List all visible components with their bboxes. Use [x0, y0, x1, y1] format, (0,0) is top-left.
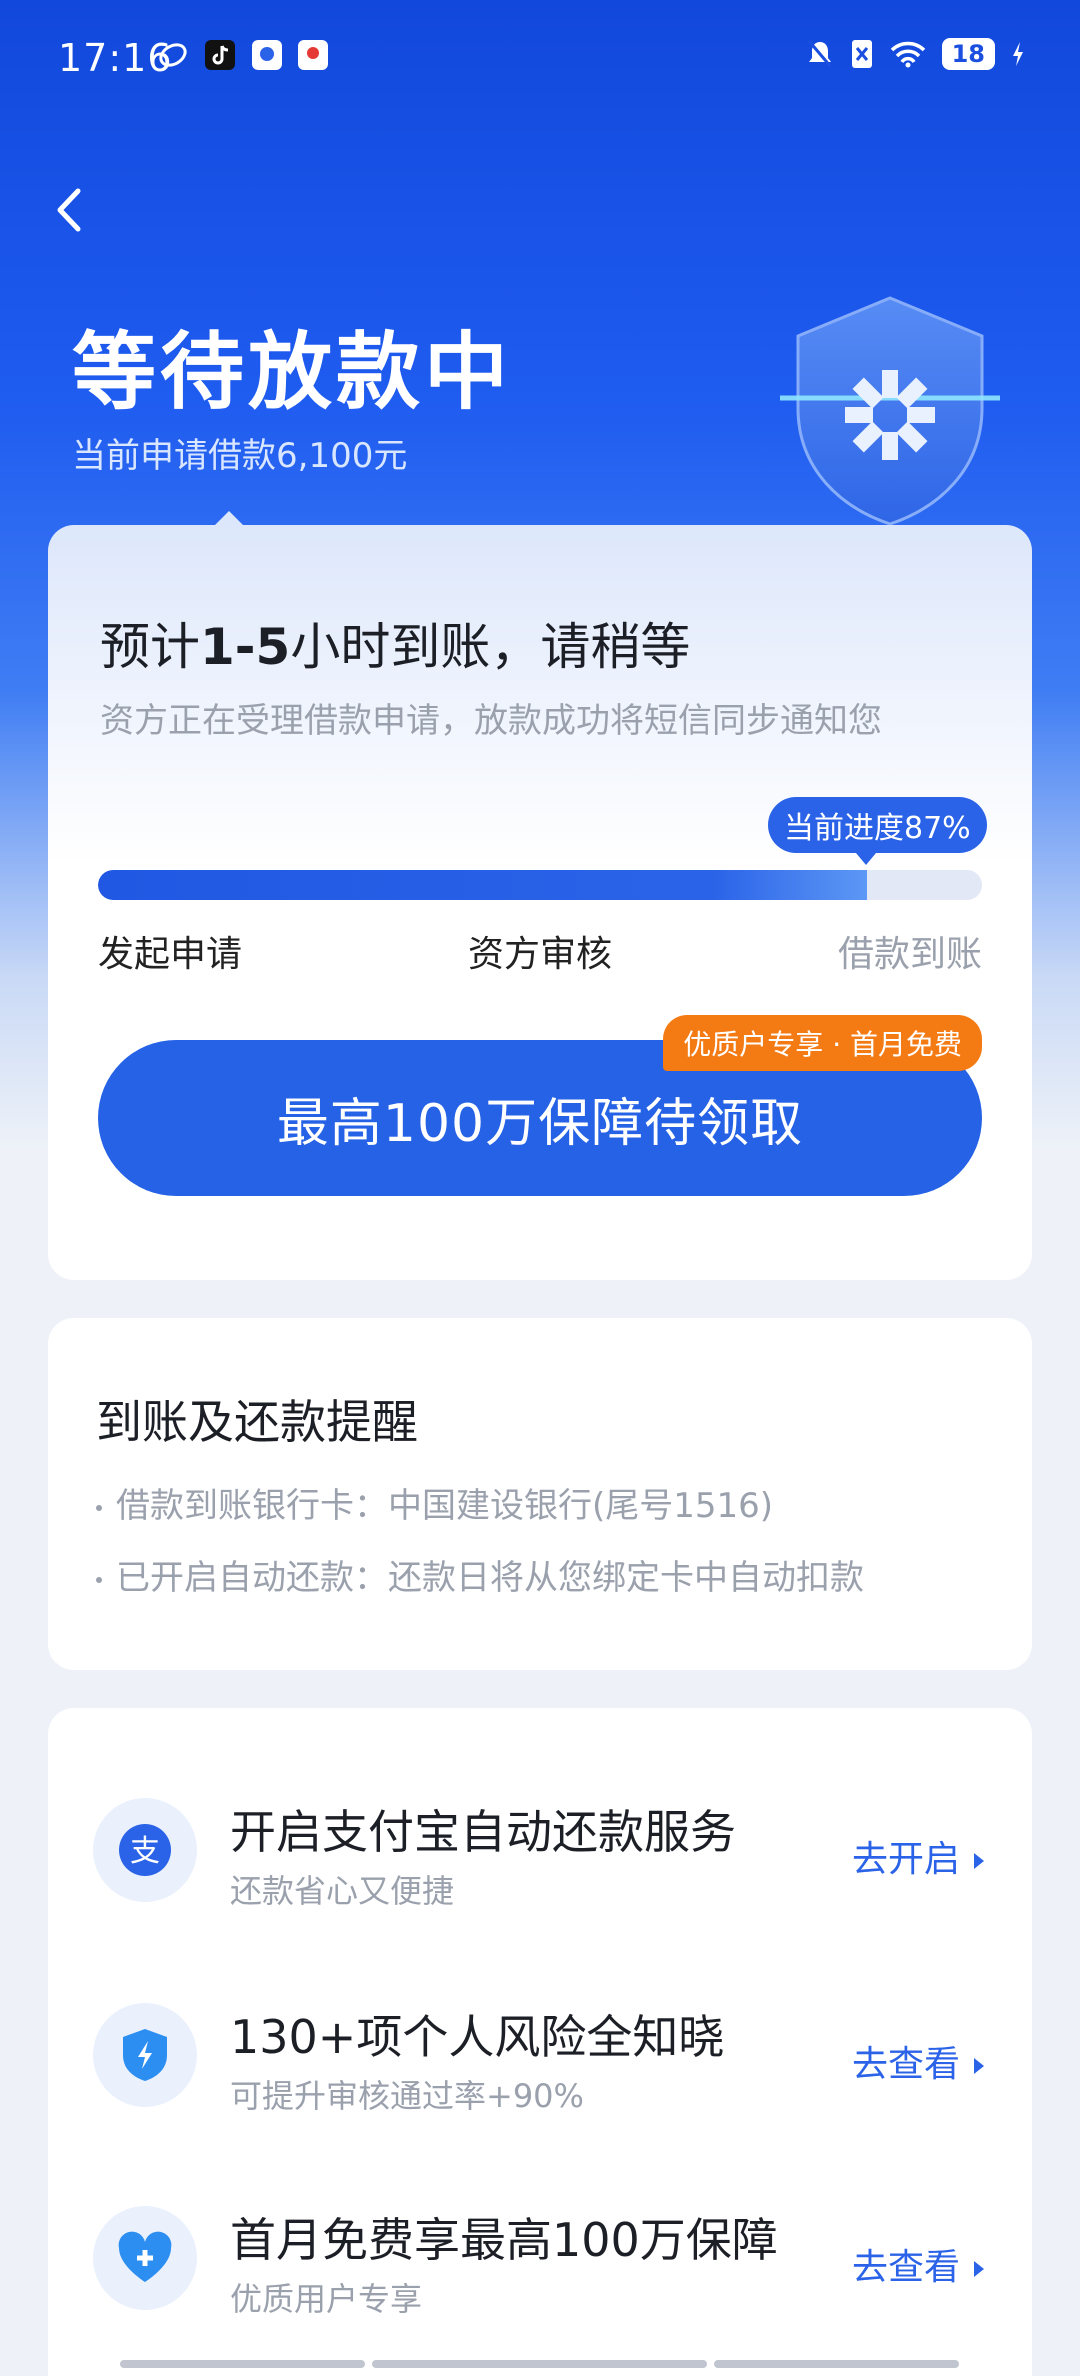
- alipay-icon: 支: [93, 1798, 197, 1902]
- svg-text:支: 支: [130, 1834, 160, 1869]
- service-subtitle: 还款省心又便捷: [230, 1872, 455, 1910]
- service-row-alipay[interactable]: 支 开启支付宝自动还款服务 还款省心又便捷 去开启: [48, 1778, 1032, 1958]
- battery-level: 18: [941, 38, 995, 70]
- progress-bar: [98, 870, 982, 900]
- eta-heading: 预计1-5小时到账，请稍等: [100, 618, 691, 676]
- service-title: 首月免费享最高100万保障: [230, 2213, 778, 2267]
- status-icons: 18: [806, 38, 1025, 70]
- step-disburse: 借款到账: [837, 934, 982, 975]
- nav-indicator: [714, 2360, 959, 2368]
- service-row-insurance[interactable]: 首月免费享最高100万保障 优质用户专享 去查看: [48, 2186, 1032, 2366]
- progress-card: 预计1-5小时到账，请稍等 资方正在受理借款申请，放款成功将短信同步通知您 当前…: [48, 511, 1032, 1280]
- shield-bolt-icon: [93, 2003, 197, 2107]
- page-title: 等待放款中: [72, 323, 513, 421]
- app-notification-icon: [159, 43, 187, 67]
- service-action-link[interactable]: 去查看: [852, 2035, 984, 2087]
- eta-description: 资方正在受理借款申请，放款成功将短信同步通知您: [100, 701, 882, 741]
- play-arrow-icon: [974, 2261, 984, 2277]
- nav-indicator: [120, 2360, 365, 2368]
- reminder-line: 借款到账银行卡：中国建设银行(尾号1516): [96, 1478, 773, 1527]
- service-subtitle: 优质用户专享: [230, 2280, 423, 2318]
- service-row-risk[interactable]: 130+项个人风险全知晓 可提升审核通过率+90% 去查看: [48, 1983, 1032, 2163]
- reminder-card: 到账及还款提醒 借款到账银行卡：中国建设银行(尾号1516) 已开启自动还款：还…: [48, 1318, 1032, 1670]
- progress-fill: [98, 870, 868, 900]
- map-app-icon: [298, 40, 328, 70]
- service-action-link[interactable]: 去查看: [852, 2238, 984, 2290]
- step-review: 资方审核: [468, 934, 613, 975]
- reminder-line: 已开启自动还款：还款日将从您绑定卡中自动扣款: [96, 1550, 864, 1599]
- card-notch: [213, 511, 245, 527]
- service-title: 开启支付宝自动还款服务: [230, 1805, 736, 1859]
- services-card: 支 开启支付宝自动还款服务 还款省心又便捷 去开启 130+项个人风险全知晓 可…: [48, 1708, 1032, 2376]
- status-time: 17:16: [58, 36, 173, 80]
- progress-bubble: 当前进度87%: [768, 797, 987, 865]
- service-subtitle: 可提升审核通过率+90%: [230, 2077, 584, 2115]
- heart-plus-icon: [93, 2206, 197, 2310]
- mute-icon: [807, 40, 832, 68]
- play-arrow-icon: [974, 2058, 984, 2074]
- step-apply: 发起申请: [98, 934, 243, 975]
- loan-amount-subtitle: 当前申请借款6,100元: [72, 436, 408, 476]
- service-title: 130+项个人风险全知晓: [230, 2010, 725, 2064]
- promo-badge: 优质户专享 · 首月免费: [663, 1015, 982, 1071]
- shield-illustration-icon: [780, 296, 1000, 526]
- play-arrow-icon: [974, 1853, 984, 1869]
- back-arrow-icon[interactable]: [50, 185, 90, 235]
- wifi-icon: [890, 41, 925, 68]
- status-bar: 17:16 18: [0, 0, 1080, 110]
- sim-icon: [851, 40, 872, 68]
- nav-indicator: [372, 2360, 707, 2368]
- service-action-link[interactable]: 去开启: [852, 1830, 984, 1882]
- charging-icon: [1013, 42, 1023, 66]
- tiktok-icon: [205, 40, 235, 70]
- app-notification-icon: [252, 40, 282, 70]
- reminder-title: 到账及还款提醒: [96, 1395, 418, 1449]
